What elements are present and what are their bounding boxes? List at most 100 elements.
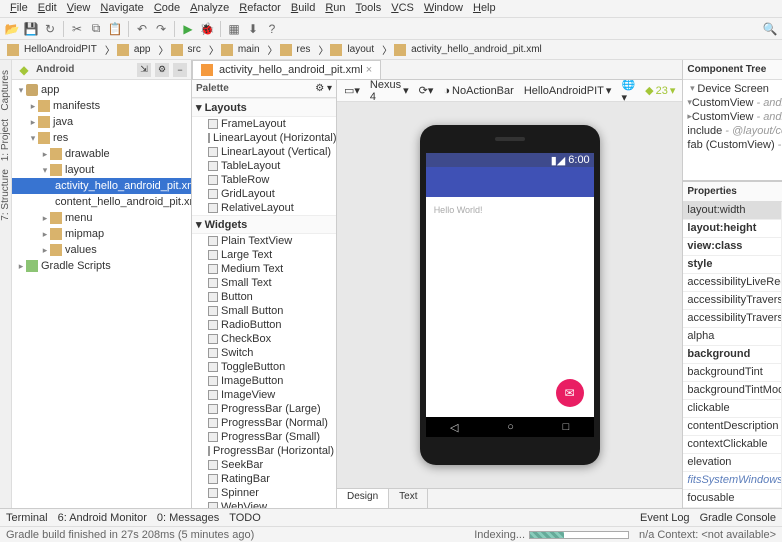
- palette-item[interactable]: ProgressBar (Normal): [192, 416, 336, 430]
- device-icon[interactable]: ▭▾: [341, 84, 363, 97]
- palette-item[interactable]: ImageView: [192, 388, 336, 402]
- palette-item[interactable]: WebView: [192, 500, 336, 508]
- palette-item[interactable]: RadioButton: [192, 318, 336, 332]
- palette-item[interactable]: ProgressBar (Horizontal): [192, 444, 336, 458]
- palette-item[interactable]: ProgressBar (Large): [192, 402, 336, 416]
- settings-icon[interactable]: ⚙: [155, 63, 169, 77]
- component-row[interactable]: fab (CustomView)- android.support.design…: [685, 138, 782, 152]
- component-row[interactable]: ▾CustomView- android.support.design.widg…: [685, 96, 782, 110]
- component-row[interactable]: ▾Device Screen: [685, 82, 782, 96]
- menu-build[interactable]: Build: [287, 2, 319, 15]
- undo-icon[interactable]: ↶: [134, 21, 150, 37]
- property-row[interactable]: layout:heightmatch_parent: [683, 220, 782, 238]
- theme-selector[interactable]: ◑ NoActionBar: [440, 85, 516, 97]
- menu-code[interactable]: Code: [150, 2, 184, 15]
- menu-analyze[interactable]: Analyze: [186, 2, 233, 15]
- palette-item[interactable]: RelativeLayout: [192, 201, 336, 215]
- redo-icon[interactable]: ↷: [153, 21, 169, 37]
- breadcrumb-item[interactable]: 〉 app: [102, 42, 154, 57]
- tree-row[interactable]: ▸values: [12, 242, 191, 258]
- debug-icon[interactable]: 🐞: [199, 21, 215, 37]
- palette-group[interactable]: ▾ Layouts: [192, 98, 336, 117]
- tree-row[interactable]: content_hello_android_pit.xml: [12, 194, 191, 210]
- palette-item[interactable]: Small Button: [192, 304, 336, 318]
- component-row[interactable]: ▸CustomView- android.support.design.widg…: [685, 110, 782, 124]
- palette-item[interactable]: Small Text: [192, 276, 336, 290]
- palette-item[interactable]: Medium Text: [192, 262, 336, 276]
- breadcrumb-item[interactable]: 〉 layout: [315, 42, 377, 57]
- breadcrumb-item[interactable]: 〉 main: [206, 42, 263, 57]
- sdk-icon[interactable]: ⬇: [245, 21, 261, 37]
- palette-item[interactable]: Plain TextView: [192, 234, 336, 248]
- save-icon[interactable]: 💾: [23, 21, 39, 37]
- property-row[interactable]: accessibilityLiveRegion: [683, 274, 782, 292]
- bottom-tool[interactable]: 0: Messages: [157, 512, 219, 524]
- breadcrumb-item[interactable]: 〉 activity_hello_android_pit.xml: [379, 42, 545, 57]
- breadcrumb-item[interactable]: HelloAndroidPIT: [4, 44, 100, 56]
- palette-item[interactable]: CheckBox: [192, 332, 336, 346]
- property-row[interactable]: accessibilityTraversalBefo: [683, 310, 782, 328]
- palette-item[interactable]: TableRow: [192, 173, 336, 187]
- palette-item[interactable]: GridLayout: [192, 187, 336, 201]
- property-row[interactable]: alpha: [683, 328, 782, 346]
- tree-row[interactable]: ▸Gradle Scripts: [12, 258, 191, 274]
- tree-row[interactable]: ▸drawable: [12, 146, 191, 162]
- menu-run[interactable]: Run: [321, 2, 349, 15]
- properties-table[interactable]: layout:widthmatch_parentlayout:heightmat…: [683, 202, 782, 508]
- tree-row[interactable]: activity_hello_android_pit.xml: [12, 178, 191, 194]
- help-icon[interactable]: ?: [264, 21, 280, 37]
- fab-button[interactable]: ✉: [556, 379, 584, 407]
- palette-item[interactable]: Button: [192, 290, 336, 304]
- rail-tab[interactable]: 1: Project: [0, 119, 11, 161]
- breadcrumb-item[interactable]: 〉 src: [156, 42, 204, 57]
- property-row[interactable]: background: [683, 346, 782, 364]
- palette-settings-icon[interactable]: ⚙ ▾: [315, 83, 332, 94]
- component-tree[interactable]: ▾Device Screen▾CustomView- android.suppo…: [683, 80, 782, 180]
- bottom-tool[interactable]: Terminal: [6, 512, 48, 524]
- collapse-icon[interactable]: ⇲: [137, 63, 151, 77]
- cut-icon[interactable]: ✂: [69, 21, 85, 37]
- module-selector[interactable]: HelloAndroidPIT ▾: [521, 84, 615, 97]
- api-selector[interactable]: ◆ 23 ▾: [642, 84, 678, 97]
- tree-row[interactable]: ▸manifests: [12, 98, 191, 114]
- palette-group[interactable]: ▾ Widgets: [192, 215, 336, 234]
- project-tree[interactable]: ▾app▸manifests▸java▾res▸drawable▾layouta…: [12, 80, 191, 508]
- property-row[interactable]: contentDescription: [683, 418, 782, 436]
- palette-item[interactable]: ImageButton: [192, 374, 336, 388]
- rail-tab[interactable]: Captures: [0, 70, 11, 111]
- palette-item[interactable]: Large Text: [192, 248, 336, 262]
- device-selector[interactable]: Nexus 4 ▾: [367, 80, 412, 103]
- orientation-icon[interactable]: ⟳▾: [416, 84, 437, 97]
- property-row[interactable]: backgroundTintMode: [683, 382, 782, 400]
- open-icon[interactable]: 📂: [4, 21, 20, 37]
- rail-tab[interactable]: 7: Structure: [0, 169, 11, 221]
- property-row[interactable]: accessibilityTraversalAfte: [683, 292, 782, 310]
- menu-navigate[interactable]: Navigate: [96, 2, 147, 15]
- copy-icon[interactable]: ⧉: [88, 21, 104, 37]
- property-row[interactable]: focusable: [683, 490, 782, 508]
- tree-row[interactable]: ▾app: [12, 82, 191, 98]
- menu-help[interactable]: Help: [469, 2, 500, 15]
- palette-item[interactable]: FrameLayout: [192, 117, 336, 131]
- bottom-tool[interactable]: 6: Android Monitor: [58, 512, 147, 524]
- palette-item[interactable]: ProgressBar (Small): [192, 430, 336, 444]
- component-row[interactable]: include- @layout/content_hello_...d_pit: [685, 124, 782, 138]
- project-view-selector[interactable]: Android: [36, 64, 133, 75]
- property-row[interactable]: elevation: [683, 454, 782, 472]
- menu-refactor[interactable]: Refactor: [235, 2, 285, 15]
- property-row[interactable]: contextClickable: [683, 436, 782, 454]
- palette-item[interactable]: Switch: [192, 346, 336, 360]
- property-row[interactable]: view:classandroid.support.design.wi...: [683, 238, 782, 256]
- run-icon[interactable]: ▶: [180, 21, 196, 37]
- property-row[interactable]: fitsSystemWindows: [683, 472, 782, 490]
- palette-item[interactable]: ToggleButton: [192, 360, 336, 374]
- avd-icon[interactable]: ▦: [226, 21, 242, 37]
- close-tab-icon[interactable]: ×: [366, 64, 372, 76]
- search-icon[interactable]: 🔍: [762, 21, 778, 37]
- tree-row[interactable]: ▸mipmap: [12, 226, 191, 242]
- sync-icon[interactable]: ↻: [42, 21, 58, 37]
- tree-row[interactable]: ▾layout: [12, 162, 191, 178]
- palette-item[interactable]: TableLayout: [192, 159, 336, 173]
- menu-vcs[interactable]: VCS: [387, 2, 418, 15]
- property-row[interactable]: backgroundTint: [683, 364, 782, 382]
